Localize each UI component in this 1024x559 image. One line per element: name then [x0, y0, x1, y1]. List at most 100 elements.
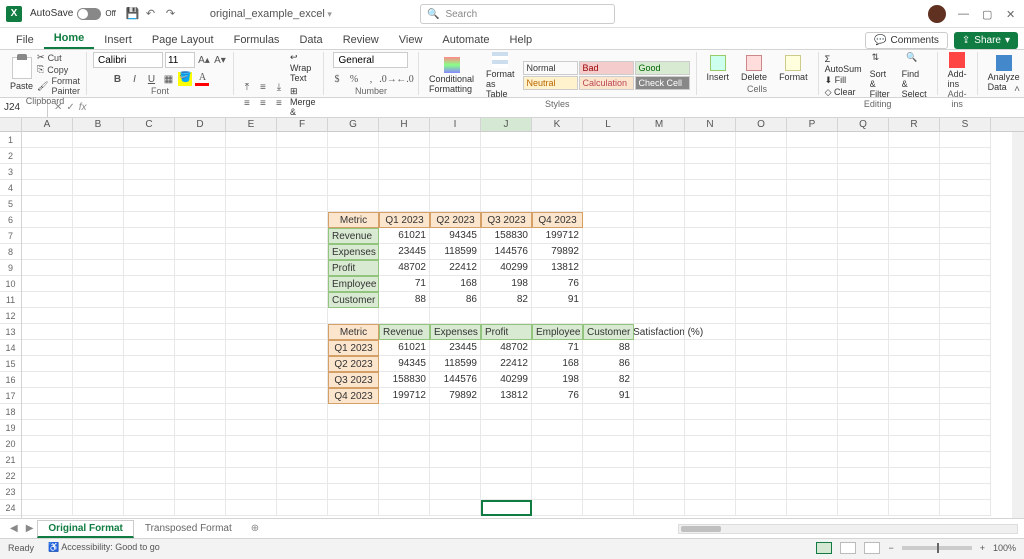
cell-I2[interactable]	[430, 148, 481, 164]
cell-P16[interactable]	[787, 372, 838, 388]
cell-B19[interactable]	[73, 420, 124, 436]
cell-G12[interactable]	[328, 308, 379, 324]
cell-R11[interactable]	[889, 292, 940, 308]
cell-D15[interactable]	[175, 356, 226, 372]
row-header-12[interactable]: 12	[0, 308, 21, 324]
cell-E13[interactable]	[226, 324, 277, 340]
row-header-7[interactable]: 7	[0, 228, 21, 244]
font-size-combo[interactable]	[165, 52, 195, 68]
find-select-button[interactable]: 🔍Find & Select	[898, 52, 931, 99]
cell-B4[interactable]	[73, 180, 124, 196]
cell-N6[interactable]	[685, 212, 736, 228]
cell-A23[interactable]	[22, 484, 73, 500]
cell-F10[interactable]	[277, 276, 328, 292]
cell-H20[interactable]	[379, 436, 430, 452]
cell-M12[interactable]	[634, 308, 685, 324]
cell-L22[interactable]	[583, 468, 634, 484]
cell-G21[interactable]	[328, 452, 379, 468]
cell-K10[interactable]: 76	[532, 276, 583, 292]
cell-P6[interactable]	[787, 212, 838, 228]
cell-C3[interactable]	[124, 164, 175, 180]
cell-F21[interactable]	[277, 452, 328, 468]
cell-B21[interactable]	[73, 452, 124, 468]
align-top-icon[interactable]: ⤒	[240, 80, 254, 94]
row-header-20[interactable]: 20	[0, 436, 21, 452]
cell-F6[interactable]	[277, 212, 328, 228]
cell-F24[interactable]	[277, 500, 328, 516]
cell-L3[interactable]	[583, 164, 634, 180]
cell-A16[interactable]	[22, 372, 73, 388]
cell-P12[interactable]	[787, 308, 838, 324]
col-header-K[interactable]: K	[532, 118, 583, 131]
cell-B16[interactable]	[73, 372, 124, 388]
sheet-tab-original[interactable]: Original Format	[37, 520, 133, 538]
cell-E3[interactable]	[226, 164, 277, 180]
currency-icon[interactable]: $	[330, 72, 344, 86]
cell-H18[interactable]	[379, 404, 430, 420]
cell-I23[interactable]	[430, 484, 481, 500]
cell-S1[interactable]	[940, 132, 991, 148]
align-left-icon[interactable]: ≡	[240, 96, 254, 110]
save-icon[interactable]: 💾	[126, 7, 140, 21]
cell-C9[interactable]	[124, 260, 175, 276]
cell-F22[interactable]	[277, 468, 328, 484]
cell-F14[interactable]	[277, 340, 328, 356]
format-as-table-button[interactable]: Format as Table	[482, 52, 519, 99]
zoom-slider[interactable]	[902, 546, 972, 550]
decrease-font-icon[interactable]: A▾	[213, 53, 227, 67]
cell-D19[interactable]	[175, 420, 226, 436]
cell-N20[interactable]	[685, 436, 736, 452]
cell-Q18[interactable]	[838, 404, 889, 420]
italic-button[interactable]: I	[127, 72, 141, 86]
cell-O19[interactable]	[736, 420, 787, 436]
cell-K17[interactable]: 76	[532, 388, 583, 404]
cell-G24[interactable]	[328, 500, 379, 516]
cell-C14[interactable]	[124, 340, 175, 356]
cell-B14[interactable]	[73, 340, 124, 356]
cell-Q9[interactable]	[838, 260, 889, 276]
cell-K6[interactable]: Q4 2023	[532, 212, 583, 228]
cell-A15[interactable]	[22, 356, 73, 372]
style-calculation[interactable]: Calculation	[579, 76, 634, 90]
bold-button[interactable]: B	[110, 72, 124, 86]
cell-R4[interactable]	[889, 180, 940, 196]
cell-A7[interactable]	[22, 228, 73, 244]
cell-N4[interactable]	[685, 180, 736, 196]
sheet-tab-transposed[interactable]: Transposed Format	[134, 520, 243, 537]
cell-R9[interactable]	[889, 260, 940, 276]
fill-color-button[interactable]: 🪣	[178, 72, 192, 86]
cell-C22[interactable]	[124, 468, 175, 484]
cell-P24[interactable]	[787, 500, 838, 516]
cell-R3[interactable]	[889, 164, 940, 180]
cell-G1[interactable]	[328, 132, 379, 148]
col-header-C[interactable]: C	[124, 118, 175, 131]
cell-I9[interactable]: 22412	[430, 260, 481, 276]
cell-G15[interactable]: Q2 2023	[328, 356, 379, 372]
cell-J7[interactable]: 158830	[481, 228, 532, 244]
cell-D17[interactable]	[175, 388, 226, 404]
cut-button[interactable]: ✂ Cut	[37, 52, 80, 63]
cell-S11[interactable]	[940, 292, 991, 308]
cell-A3[interactable]	[22, 164, 73, 180]
cell-K16[interactable]: 198	[532, 372, 583, 388]
cell-O17[interactable]	[736, 388, 787, 404]
cell-N14[interactable]	[685, 340, 736, 356]
cell-G20[interactable]	[328, 436, 379, 452]
cell-N22[interactable]	[685, 468, 736, 484]
cell-C24[interactable]	[124, 500, 175, 516]
cell-I6[interactable]: Q2 2023	[430, 212, 481, 228]
cell-R17[interactable]	[889, 388, 940, 404]
search-box[interactable]: 🔍 Search	[420, 4, 615, 24]
cell-C1[interactable]	[124, 132, 175, 148]
cell-O5[interactable]	[736, 196, 787, 212]
cell-O3[interactable]	[736, 164, 787, 180]
cell-L16[interactable]: 82	[583, 372, 634, 388]
cell-H12[interactable]	[379, 308, 430, 324]
comments-button[interactable]: 💬 Comments	[865, 32, 948, 49]
cell-G16[interactable]: Q3 2023	[328, 372, 379, 388]
cell-C6[interactable]	[124, 212, 175, 228]
zoom-out-icon[interactable]: −	[888, 543, 893, 553]
cell-C23[interactable]	[124, 484, 175, 500]
row-header-13[interactable]: 13	[0, 324, 21, 340]
tab-data[interactable]: Data	[289, 31, 332, 49]
